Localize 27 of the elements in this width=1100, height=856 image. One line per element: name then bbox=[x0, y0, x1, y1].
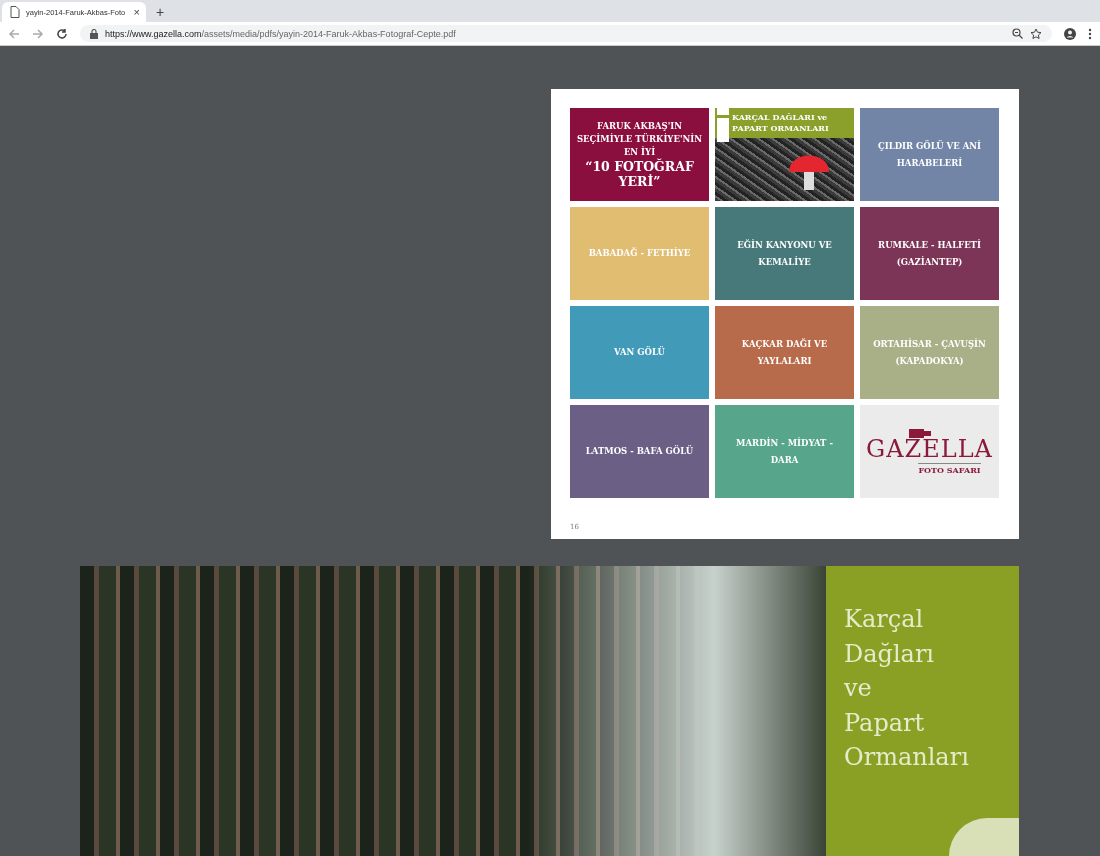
close-tab-button[interactable]: × bbox=[133, 6, 140, 18]
zoom-out-icon[interactable] bbox=[1012, 28, 1023, 39]
star-icon[interactable] bbox=[1030, 27, 1042, 40]
camera-icon bbox=[908, 428, 931, 438]
tile-label: KARÇAL DAĞLARI ve PAPART ORMANLARI bbox=[732, 112, 830, 134]
tile-label: KAÇKAR DAĞI VE YAYLALARI bbox=[740, 337, 829, 368]
tile-subtitle: “10 FOTOĞRAF YERİ” bbox=[584, 158, 695, 189]
corner-shape bbox=[949, 818, 1019, 856]
page-heading: Karçal Dağları ve Papart Ormanları bbox=[844, 604, 970, 773]
tile-title: FARUK AKBAŞ'IN SEÇİMİYLE TÜRKİYE'NİN EN İYİ bbox=[575, 120, 704, 158]
lock-icon bbox=[90, 28, 98, 39]
new-tab-button[interactable]: + bbox=[156, 4, 165, 20]
tile-label: RUMKALE - HALFETİ (GAZİANTEP) bbox=[877, 238, 982, 269]
tile-label: ÇILDIR GÖLÜ VE ANİ HARABELERİ bbox=[877, 139, 982, 170]
menu-icon[interactable] bbox=[1088, 27, 1092, 40]
address-bar[interactable]: https://www.gazella.com/assets/media/pdfs/yayin-2014-Faruk-Akbas-Fotograf-Cepte.pdf bbox=[80, 25, 1052, 42]
logo-wordmark: GAZELLA bbox=[866, 435, 993, 463]
account-icon[interactable] bbox=[1064, 27, 1076, 40]
tile-label: BABADAĞ - FETHİYE bbox=[587, 246, 692, 261]
reload-icon[interactable] bbox=[56, 27, 68, 40]
document-icon bbox=[10, 6, 20, 18]
tile-label: ORTAHİSAR - ÇAVUŞİN (KAPADOKYA) bbox=[872, 337, 987, 368]
tile-label: VAN GÖLÜ bbox=[613, 345, 666, 360]
tile-label: EĞİN KANYONU VE KEMALİYE bbox=[736, 238, 833, 269]
logo-tagline: FOTO SAFARI bbox=[918, 463, 981, 475]
tile-label: LATMOS - BAFA GÖLÜ bbox=[584, 444, 695, 459]
tile-label: MARDİN - MİDYAT - DARA bbox=[735, 436, 834, 467]
